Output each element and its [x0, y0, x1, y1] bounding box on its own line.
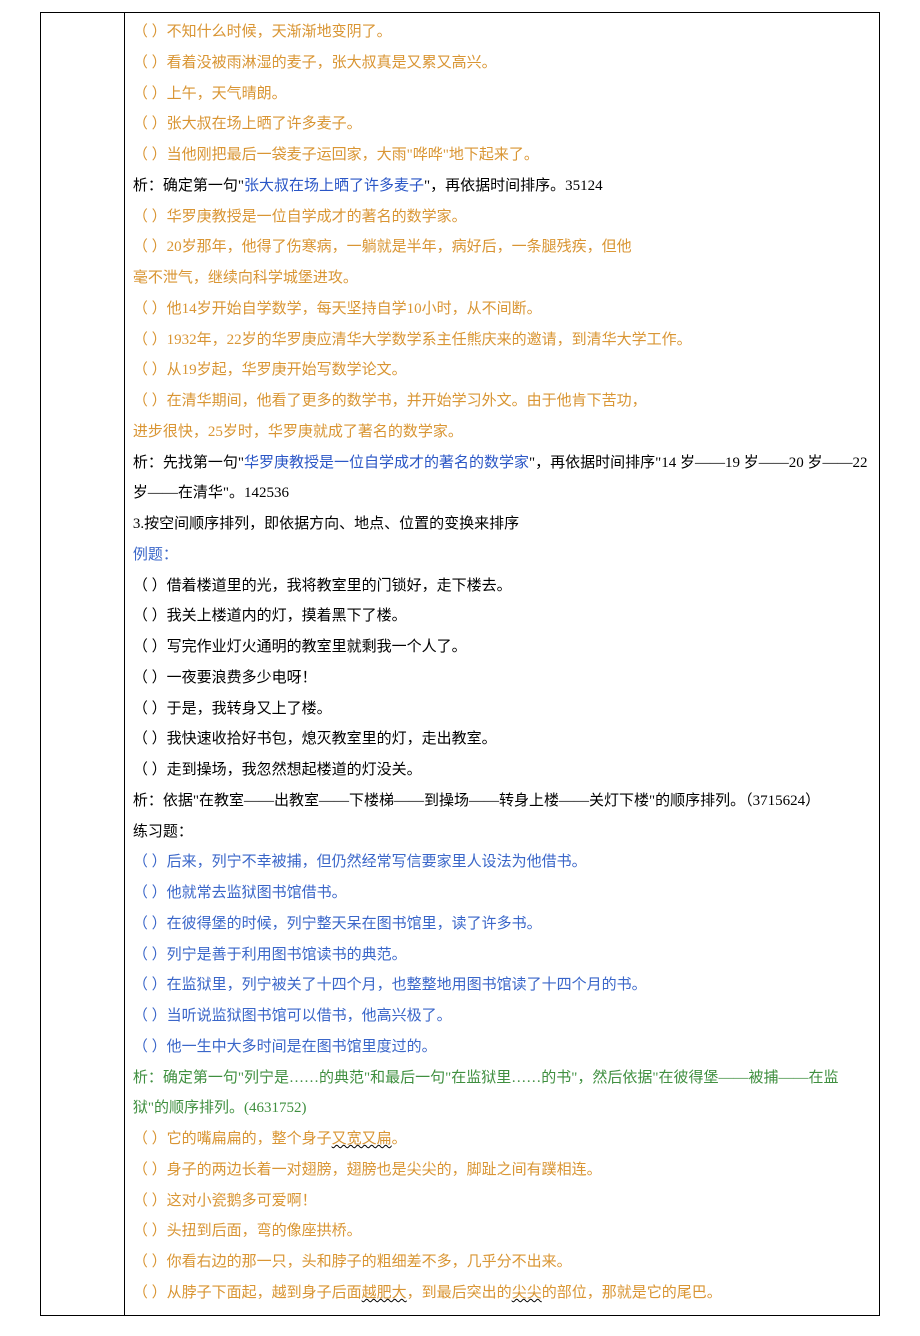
left-column — [41, 13, 125, 1316]
set5-l6-a: （ ）从脖子下面起，越到身子后面 — [133, 1285, 362, 1301]
set5-l6-e: 的部位，那就是它的尾巴。 — [542, 1285, 722, 1301]
set5-l1-c: 。 — [392, 1131, 407, 1147]
set2-xi-b: 华罗庚教授是一位自学成才的著名的数学家 — [244, 455, 529, 471]
set2-line6b: 进步很快，25岁时，华罗庚就成了著名的数学家。 — [133, 417, 871, 448]
set2-line1: （ ）华罗庚教授是一位自学成才的著名的数学家。 — [133, 202, 871, 233]
content-column: （ ）不知什么时候，天渐渐地变阴了。 （ ）看着没被雨淋湿的麦子，张大叔真是又累… — [124, 13, 879, 1316]
set5-l1-a: （ ）它的嘴扁扁的，整个身子 — [133, 1131, 332, 1147]
set2-line5: （ ）从19岁起，华罗庚开始写数学论文。 — [133, 355, 871, 386]
set5-line1: （ ）它的嘴扁扁的，整个身子又宽又扁。 — [133, 1124, 871, 1155]
set5-line2: （ ）身子的两边长着一对翅膀，翅膀也是尖尖的，脚趾之间有蹼相连。 — [133, 1155, 871, 1186]
layout-table: （ ）不知什么时候，天渐渐地变阴了。 （ ）看着没被雨淋湿的麦子，张大叔真是又累… — [40, 12, 880, 1316]
set1-line5: （ ）当他刚把最后一袋麦子运回家，大雨"哗哗"地下起来了。 — [133, 140, 871, 171]
set4-line1: （ ）后来，列宁不幸被捕，但仍然经常写信要家里人设法为他借书。 — [133, 847, 871, 878]
set5-l6-b: 越肥大 — [362, 1285, 407, 1301]
set4-line2: （ ）他就常去监狱图书馆借书。 — [133, 878, 871, 909]
set2-line3: （ ）他14岁开始自学数学，每天坚持自学10小时，从不间断。 — [133, 294, 871, 325]
set3-line4: （ ）一夜要浪费多少电呀！ — [133, 663, 871, 694]
set2-line6: （ ）在清华期间，他看了更多的数学书，并开始学习外文。由于他肯下苦功， — [133, 386, 871, 417]
set5-l1-b: 又宽又扁 — [332, 1131, 392, 1147]
set4-line3: （ ）在彼得堡的时候，列宁整天呆在图书馆里，读了许多书。 — [133, 909, 871, 940]
set2-line4: （ ）1932年，22岁的华罗庚应清华大学数学系主任熊庆来的邀请，到清华大学工作… — [133, 325, 871, 356]
set4-line4: （ ）列宁是善于利用图书馆读书的典范。 — [133, 940, 871, 971]
set1-xi-b: 张大叔在场上晒了许多麦子 — [244, 178, 424, 194]
set1-xi-a: 析：确定第一句" — [133, 178, 244, 194]
set4-analysis: 析：确定第一句"列宁是……的典范"和最后一句"在监狱里……的书"，然后依据"在彼… — [133, 1063, 871, 1125]
set4-line7: （ ）他一生中大多时间是在图书馆里度过的。 — [133, 1032, 871, 1063]
set3-line7: （ ）走到操场，我忽然想起楼道的灯没关。 — [133, 755, 871, 786]
set3-analysis: 析：依据"在教室——出教室——下楼梯——到操场——转身上楼——关灯下楼"的顺序排… — [133, 786, 871, 817]
set1-line2: （ ）看着没被雨淋湿的麦子，张大叔真是又累又高兴。 — [133, 48, 871, 79]
set5-line6: （ ）从脖子下面起，越到身子后面越肥大，到最后突出的尖尖的部位，那就是它的尾巴。 — [133, 1278, 871, 1309]
set2-xi-a: 析：先找第一句" — [133, 455, 244, 471]
set5-l6-d: 尖尖 — [512, 1285, 542, 1301]
set5-line3: （ ）这对小瓷鹅多可爱啊！ — [133, 1186, 871, 1217]
set3-line1: （ ）借着楼道里的光，我将教室里的门锁好，走下楼去。 — [133, 571, 871, 602]
set1-line3: （ ）上午，天气晴朗。 — [133, 79, 871, 110]
set3-line5: （ ）于是，我转身又上了楼。 — [133, 694, 871, 725]
set1-line1: （ ）不知什么时候，天渐渐地变阴了。 — [133, 17, 871, 48]
set5-line5: （ ）你看右边的那一只，头和脖子的粗细差不多，几乎分不出来。 — [133, 1247, 871, 1278]
set4-line6: （ ）当听说监狱图书馆可以借书，他高兴极了。 — [133, 1001, 871, 1032]
page-container: （ ）不知什么时候，天渐渐地变阴了。 （ ）看着没被雨淋湿的麦子，张大叔真是又累… — [0, 0, 920, 1336]
set4-line5: （ ）在监狱里，列宁被关了十四个月，也整整地用图书馆读了十四个月的书。 — [133, 970, 871, 1001]
heading-3: 3.按空间顺序排列，即依据方向、地点、位置的变换来排序 — [133, 509, 871, 540]
set1-xi-c: "，再依据时间排序。35124 — [424, 178, 603, 194]
set5-line4: （ ）头扭到后面，弯的像座拱桥。 — [133, 1216, 871, 1247]
set1-analysis: 析：确定第一句"张大叔在场上晒了许多麦子"，再依据时间排序。35124 — [133, 171, 871, 202]
set3-line3: （ ）写完作业灯火通明的教室里就剩我一个人了。 — [133, 632, 871, 663]
set2-line2b: 毫不泄气，继续向科学城堡进攻。 — [133, 263, 871, 294]
example-label: 例题： — [133, 540, 871, 571]
set1-line4: （ ）张大叔在场上晒了许多麦子。 — [133, 109, 871, 140]
set2-line2: （ ）20岁那年，他得了伤寒病，一躺就是半年，病好后，一条腿残疾，但他 — [133, 232, 871, 263]
set5-l6-c: ，到最后突出的 — [407, 1285, 512, 1301]
set3-line2: （ ）我关上楼道内的灯，摸着黑下了楼。 — [133, 601, 871, 632]
set2-analysis: 析：先找第一句"华罗庚教授是一位自学成才的著名的数学家"，再依据时间排序"14 … — [133, 448, 871, 510]
set3-line6: （ ）我快速收拾好书包，熄灭教室里的灯，走出教室。 — [133, 724, 871, 755]
practice-label: 练习题： — [133, 817, 871, 848]
